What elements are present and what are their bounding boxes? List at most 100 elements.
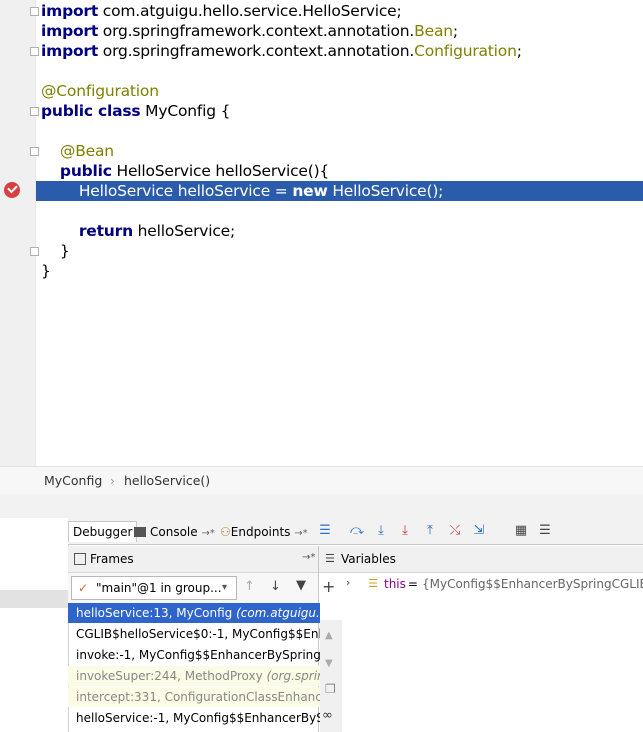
- chevron-right-icon[interactable]: ›: [346, 576, 350, 589]
- code-token: @Configuration: [41, 82, 159, 100]
- thread-value: "main"@1 in group...: [96, 581, 222, 595]
- frame-row[interactable]: helloService:-1, MyConfig$$EnhancerBySpr…: [68, 708, 320, 728]
- breakpoint-icon[interactable]: [4, 182, 20, 198]
- variable-equals: =: [404, 577, 422, 591]
- fold-icon[interactable]: [30, 147, 39, 156]
- frame-row[interactable]: CGLIB$helloService$0:-1, MyConfig$$Enhan…: [68, 624, 320, 644]
- breadcrumb-separator: ›: [110, 473, 115, 488]
- code-token: MyConfig {: [140, 102, 231, 120]
- tab-console-label: Console: [150, 525, 198, 539]
- code-token: import: [41, 42, 99, 60]
- copy-stack-icon[interactable]: ❐: [325, 682, 336, 696]
- frame-row[interactable]: invokeSuper:244, MethodProxy (org.spring…: [68, 666, 320, 686]
- code-token: HelloService helloService =: [41, 182, 293, 200]
- endpoints-icon: ⚇: [220, 525, 231, 539]
- variables-icon: ☰: [325, 552, 335, 565]
- code-line[interactable]: @Configuration: [41, 81, 159, 101]
- variables-tree: + › ☰ this = {MyConfig$$EnhancerBySpring…: [322, 573, 643, 732]
- frame-method: helloService:13, MyConfig: [76, 606, 237, 620]
- code-editor[interactable]: import com.atguigu.hello.service.HelloSe…: [0, 0, 643, 466]
- filter-icon[interactable]: ▼: [296, 578, 306, 593]
- code-line[interactable]: import com.atguigu.hello.service.HelloSe…: [41, 1, 402, 21]
- code-token: HelloService();: [327, 182, 444, 200]
- arrow-up-icon[interactable]: ↑: [244, 579, 255, 594]
- add-watch-icon[interactable]: +: [322, 577, 335, 596]
- step-out-icon[interactable]: ⤒: [423, 524, 437, 537]
- editor-gutter[interactable]: [0, 0, 35, 466]
- tab-debugger[interactable]: Debugger: [68, 521, 138, 542]
- code-line[interactable]: public HelloService helloService(){: [41, 161, 329, 181]
- breadcrumb: MyConfig › helloService(): [0, 466, 643, 495]
- fold-icon[interactable]: [30, 107, 39, 116]
- code-token: Configuration: [414, 42, 517, 60]
- run-to-cursor-icon[interactable]: ⇲: [472, 524, 486, 537]
- tool-window-strip: [0, 494, 643, 519]
- frame-package: (org.springframework: [266, 669, 321, 683]
- arrow-down-icon[interactable]: ↓: [270, 579, 281, 594]
- code-token: new: [292, 182, 328, 200]
- code-token: }: [41, 242, 70, 260]
- code-line[interactable]: return helloService;: [41, 221, 235, 241]
- variables-title: Variables: [341, 552, 396, 566]
- code-line[interactable]: @Bean: [41, 141, 114, 161]
- scroll-down-icon[interactable]: ▼: [325, 658, 333, 669]
- frames-title: Frames: [90, 552, 134, 566]
- breadcrumb-class[interactable]: MyConfig: [44, 473, 102, 488]
- code-token: }: [41, 262, 51, 280]
- frame-row[interactable]: invoke:-1, MyConfig$$EnhancerBySpringCGL…: [68, 645, 320, 665]
- code-line[interactable]: }: [41, 261, 51, 281]
- check-icon: ✓: [78, 581, 89, 595]
- code-line[interactable]: public class MyConfig {: [41, 101, 230, 121]
- code-token: com.atguigu.hello.service.HelloService;: [98, 2, 402, 20]
- fold-icon[interactable]: [30, 47, 39, 56]
- variable-name[interactable]: this: [384, 577, 406, 591]
- code-token: ;: [516, 42, 522, 60]
- frames-header: Frames →*: [68, 546, 318, 573]
- thread-selector-row: ✓ "main"@1 in group... ▾ ↑ ↓ ▼: [68, 573, 318, 603]
- code-line[interactable]: import org.springframework.context.annot…: [41, 21, 458, 41]
- breadcrumb-method[interactable]: helloService(): [124, 473, 210, 488]
- scroll-up-icon[interactable]: ▲: [325, 630, 333, 641]
- pin-icon[interactable]: →*: [294, 528, 307, 539]
- thread-dropdown[interactable]: ✓ "main"@1 in group... ▾: [71, 576, 237, 600]
- code-token: HelloService helloService(){: [111, 162, 330, 180]
- session-item[interactable]: [0, 590, 68, 608]
- frame-method: helloService:-1, MyConfig$$EnhancerBySpr…: [76, 711, 320, 725]
- console-icon: [134, 527, 146, 537]
- debug-sessions-panel: [0, 518, 69, 732]
- frame-method: invokeSuper:244, MethodProxy: [76, 669, 267, 683]
- pin-icon[interactable]: →*: [201, 528, 214, 539]
- pin-icon[interactable]: →*: [302, 552, 315, 563]
- code-token: @Bean: [41, 142, 114, 160]
- show-execution-point-icon[interactable]: ☰: [318, 524, 332, 537]
- variables-header: ☰ Variables: [319, 546, 643, 573]
- glasses-icon[interactable]: ∞: [322, 708, 333, 723]
- evaluate-expression-icon[interactable]: ▦: [514, 524, 528, 537]
- frame-row[interactable]: helloService:13, MyConfig (com.atguigu.b…: [68, 603, 320, 623]
- code-line[interactable]: }: [41, 241, 70, 261]
- frame-row[interactable]: intercept:331, ConfigurationClassEnhance…: [68, 687, 320, 707]
- code-token: org.springframework.context.annotation.: [98, 22, 415, 40]
- chevron-down-icon: ▾: [222, 582, 228, 593]
- tab-debugger-label: Debugger: [73, 525, 133, 539]
- code-line[interactable]: HelloService helloService = new HelloSer…: [41, 181, 444, 201]
- tab-console[interactable]: Console →*: [134, 522, 215, 542]
- tab-endpoints[interactable]: ⚇Endpoints →*: [220, 522, 308, 542]
- code-token: public: [59, 162, 112, 180]
- force-step-into-icon[interactable]: ⤓: [398, 524, 412, 537]
- variable-value: {MyConfig$$EnhancerBySpringCGLIB$: [422, 577, 643, 591]
- step-over-icon[interactable]: ⤼: [350, 524, 364, 537]
- drop-frame-icon[interactable]: ⤯: [448, 524, 462, 537]
- step-into-icon[interactable]: ⤓: [374, 524, 388, 537]
- trace-icon[interactable]: ☰: [538, 524, 552, 537]
- fold-icon[interactable]: [30, 7, 39, 16]
- frames-side-toolbar: ▲ ▼ ❐ ∞: [320, 620, 342, 732]
- field-icon: ☰: [368, 577, 378, 590]
- fold-icon[interactable]: [30, 247, 39, 256]
- code-token: import: [41, 22, 99, 40]
- code-token: return: [78, 222, 133, 240]
- code-line[interactable]: import org.springframework.context.annot…: [41, 41, 522, 61]
- code-token: Bean: [414, 22, 453, 40]
- gutter-separator: [35, 0, 36, 466]
